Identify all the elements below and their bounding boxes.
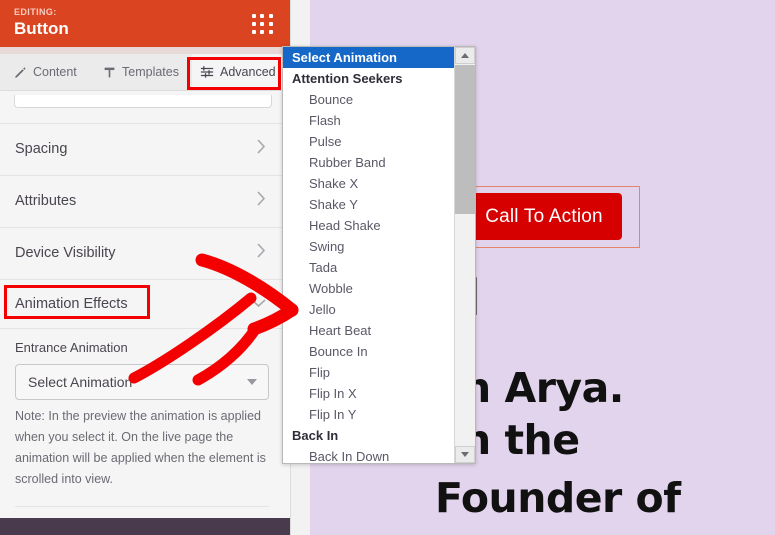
dropdown-option[interactable]: Head Shake: [283, 215, 455, 236]
tab-templates[interactable]: Templates: [103, 54, 179, 90]
accordion-label-spacing: Spacing: [15, 140, 68, 157]
dropdown-option[interactable]: Shake Y: [283, 194, 455, 215]
animation-dropdown-list[interactable]: Select Animation Attention Seekers Bounce F…: [282, 46, 476, 464]
triangle-up-icon[interactable]: [455, 47, 475, 64]
tab-content-label: Content: [33, 65, 77, 79]
editor-sidebar: EDITING: Button Content Templates Advanc…: [0, 0, 290, 535]
editor-tabbar: Content Templates Advanced: [0, 54, 290, 91]
chevron-down-icon: [251, 295, 266, 313]
editor-header: EDITING: Button: [0, 0, 290, 47]
accordion-row-spacing[interactable]: Spacing: [0, 123, 290, 173]
accordion-row-animation-effects[interactable]: Animation Effects: [0, 279, 290, 329]
dropdown-option[interactable]: Jello: [283, 299, 455, 320]
dropdown-option[interactable]: Rubber Band: [283, 152, 455, 173]
entrance-animation-select[interactable]: Select Animation: [15, 364, 269, 400]
truncated-field-above[interactable]: [14, 95, 272, 108]
dropdown-option[interactable]: Tada: [283, 257, 455, 278]
call-to-action-button[interactable]: Call To Action: [466, 193, 622, 240]
dropdown-option[interactable]: Pulse: [283, 131, 455, 152]
scrollbar-thumb[interactable]: [455, 65, 475, 214]
tab-content[interactable]: Content: [14, 54, 77, 90]
sliders-icon: [200, 65, 214, 79]
editing-element-title: Button: [14, 19, 69, 38]
hero-line-4: Founder of: [435, 474, 681, 522]
editing-eyebrow: EDITING:: [14, 7, 57, 17]
dropdown-option[interactable]: Heart Beat: [283, 320, 455, 341]
dropdown-group-label: Back In: [292, 428, 339, 443]
dropdown-option[interactable]: Back In Down: [283, 446, 455, 463]
dropdown-option[interactable]: Flip In Y: [283, 404, 455, 425]
entrance-animation-label: Entrance Animation: [15, 340, 128, 355]
dropdown-option[interactable]: Bounce In: [283, 341, 455, 362]
tab-advanced-label: Advanced: [220, 65, 276, 79]
animation-note: Note: In the preview the animation is ap…: [15, 409, 266, 486]
tab-advanced[interactable]: Advanced: [192, 54, 286, 90]
dropdown-option[interactable]: Flip: [283, 362, 455, 383]
tab-templates-label: Templates: [122, 65, 179, 79]
screenshot-root: Call To Action I n Arya. n the Founder o…: [0, 0, 775, 535]
dropdown-option[interactable]: Flip In X: [283, 383, 455, 404]
dropdown-option[interactable]: Select Animation: [283, 47, 455, 68]
hero-line-2: n Arya.: [462, 364, 624, 412]
grid-dots-icon[interactable]: [252, 14, 274, 35]
dropdown-option[interactable]: Bounce: [283, 89, 455, 110]
chevron-right-icon: [257, 138, 266, 159]
accordion-label-animation-effects: Animation Effects: [15, 296, 128, 312]
hero-line-3: n the: [462, 416, 580, 464]
dropdown-group-label: Attention Seekers: [292, 71, 403, 86]
dropdown-option[interactable]: Flash: [283, 110, 455, 131]
caret-down-icon: [247, 379, 257, 385]
accordion-label-device-visibility: Device Visibility: [15, 244, 116, 261]
dropdown-scrollbar[interactable]: [454, 47, 475, 463]
dropdown-option[interactable]: Swing: [283, 236, 455, 257]
accordion-label-attributes: Attributes: [15, 192, 77, 209]
panel-footer-bar: [0, 518, 290, 535]
entrance-animation-value: Select Animation: [28, 374, 133, 390]
template-icon: [103, 66, 116, 79]
dropdown-option[interactable]: Shake X: [283, 173, 455, 194]
pencil-icon: [14, 66, 27, 79]
header-shadow-strip: [0, 47, 290, 54]
triangle-down-icon[interactable]: [455, 446, 475, 463]
accordion-row-device-visibility[interactable]: Device Visibility: [0, 227, 290, 277]
chevron-right-icon: [257, 190, 266, 211]
dropdown-option[interactable]: Wobble: [283, 278, 455, 299]
dropdown-options: Select Animation Attention Seekers Bounce F…: [283, 47, 455, 463]
panel-divider: [15, 506, 269, 507]
chevron-right-icon: [257, 242, 266, 263]
accordion-row-attributes[interactable]: Attributes: [0, 175, 290, 225]
